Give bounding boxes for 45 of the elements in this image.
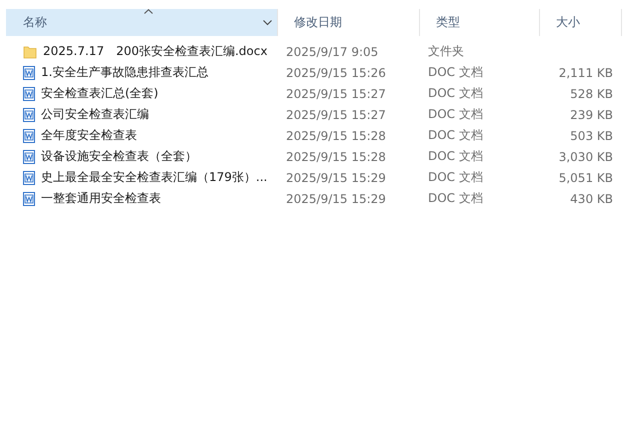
- file-size: 5,051 KB: [558, 170, 614, 184]
- file-type: DOC 文档: [427, 169, 484, 186]
- dropdown-chevron-icon[interactable]: [263, 20, 272, 26]
- word-document-icon: [23, 170, 35, 184]
- word-document-icon: [23, 66, 35, 80]
- modified-date: 2025/9/17 9:05: [285, 44, 380, 58]
- file-name[interactable]: 一整套通用安全检查表: [41, 190, 161, 207]
- word-document-icon: [23, 86, 35, 100]
- file-name[interactable]: 史上最全最全安全检查表汇编（179张）...: [41, 169, 268, 186]
- file-type: DOC 文档: [427, 127, 484, 144]
- column-header[interactable]: 修改日期: [278, 9, 420, 36]
- file-type: 文件夹: [427, 43, 465, 60]
- file-type: DOC 文档: [427, 106, 484, 123]
- modified-date: 2025/9/15 15:29: [285, 192, 387, 206]
- word-document-icon: [23, 128, 35, 142]
- word-document-icon: [23, 150, 35, 164]
- file-type: DOC 文档: [427, 85, 484, 102]
- modified-date: 2025/9/15 15:27: [285, 108, 387, 122]
- file-name[interactable]: 全年度安全检查表: [41, 127, 137, 144]
- modified-date: 2025/9/15 15:29: [285, 170, 387, 184]
- word-document-icon: [23, 108, 35, 122]
- file-type: DOC 文档: [427, 148, 484, 165]
- column-header[interactable]: 名称: [6, 9, 278, 36]
- file-size: 3,030 KB: [558, 150, 614, 164]
- file-name[interactable]: 2025.7.17 200张安全检查表汇编.docx: [43, 43, 268, 60]
- file-size: 503 KB: [569, 128, 614, 142]
- folder-icon: [23, 44, 37, 58]
- column-header[interactable]: 类型: [420, 9, 540, 36]
- file-size: 430 KB: [569, 192, 614, 206]
- sort-up-icon: [144, 9, 153, 14]
- modified-date: 2025/9/15 15:26: [285, 66, 387, 80]
- modified-date: 2025/9/15 15:27: [285, 86, 387, 100]
- file-name[interactable]: 安全检查表汇总(全套): [41, 85, 158, 102]
- word-document-icon: [23, 192, 35, 206]
- file-size: 239 KB: [569, 108, 614, 122]
- modified-date: 2025/9/15 15:28: [285, 150, 387, 164]
- column-header[interactable]: 大小: [540, 9, 622, 36]
- file-name[interactable]: 设备设施安全检查表（全套）: [41, 148, 197, 165]
- file-size: 528 KB: [569, 86, 614, 100]
- file-name[interactable]: 公司安全检查表汇编: [41, 106, 149, 123]
- file-size: 2,111 KB: [558, 66, 614, 80]
- file-type: DOC 文档: [427, 190, 484, 207]
- file-name[interactable]: 1.安全生产事故隐患排查表汇总: [41, 64, 208, 81]
- file-type: DOC 文档: [427, 64, 484, 81]
- modified-date: 2025/9/15 15:28: [285, 128, 387, 142]
